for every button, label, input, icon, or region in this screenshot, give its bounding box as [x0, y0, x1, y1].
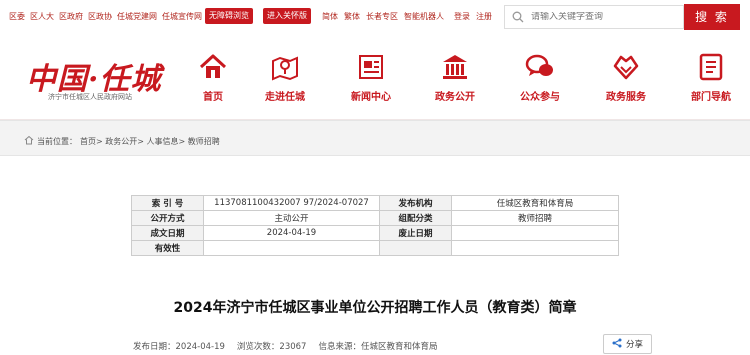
search-box	[504, 5, 684, 29]
simplified-link[interactable]: 简体	[322, 11, 338, 22]
table-key: 组配分类	[379, 210, 452, 226]
home-icon	[173, 50, 253, 84]
search-icon	[505, 11, 531, 23]
government-building-icon	[415, 50, 495, 84]
table-value	[451, 225, 619, 241]
table-value	[203, 240, 380, 256]
nav-item-departments[interactable]: 部门导航	[671, 50, 750, 103]
login-link[interactable]: 登录	[454, 11, 470, 22]
table-row: 索 引 号 1137081100432007 97/2024-07027 发布机…	[131, 195, 619, 211]
heart-hands-icon	[586, 50, 666, 84]
table-row: 公开方式 主动公开 组配分类 教师招聘	[131, 210, 619, 226]
nav-label-about: 走进任城	[265, 92, 305, 103]
chat-bubbles-icon	[500, 50, 580, 84]
breadcrumb-band: 当前位置： 首页> 政务公开> 人事信息> 教师招聘	[0, 120, 750, 156]
share-button[interactable]: 分享	[603, 334, 652, 354]
location-icon	[24, 135, 34, 147]
newspaper-icon	[331, 50, 411, 84]
site-header: 中国·任城 济宁市任城区人民政府网站 首页 走进任城 新闻中心 政务公开 公众参…	[0, 34, 750, 120]
table-key	[379, 240, 452, 256]
info-table: 索 引 号 1137081100432007 97/2024-07027 发布机…	[131, 195, 619, 256]
nav-item-home[interactable]: 首页	[173, 50, 253, 103]
elder-zone-link[interactable]: 长者专区	[366, 11, 398, 22]
map-pin-icon	[245, 50, 325, 84]
table-key: 有效性	[131, 240, 204, 256]
elder-mode-button[interactable]: 进入关怀版	[263, 8, 311, 24]
breadcrumb: 当前位置： 首页> 政务公开> 人事信息> 教师招聘	[24, 135, 220, 147]
nav-label-home: 首页	[203, 92, 223, 103]
table-row: 成文日期 2024-04-19 废止日期	[131, 225, 619, 241]
nav-label-participation: 公众参与	[520, 92, 560, 103]
table-key: 索 引 号	[131, 195, 204, 211]
top-bar: 区委 区人大 区政府 区政协 任城党建网 任城宣传网 无障碍浏览 进入关怀版 简…	[0, 0, 750, 34]
nav-item-services[interactable]: 政务服务	[586, 50, 666, 103]
view-count: 浏览次数：23067	[236, 342, 307, 352]
breadcrumb-path[interactable]: 首页> 政务公开> 人事信息> 教师招聘	[80, 136, 220, 147]
info-source: 信息来源：任城区教育和体育局	[318, 342, 438, 352]
share-icon	[612, 338, 622, 351]
tool-links: 简体 繁体 长者专区 智能机器人 登录 注册	[322, 11, 492, 22]
article-meta: 发布日期：2024-04-19 浏览次数：23067 信息来源：任城区教育和体育…	[133, 340, 437, 352]
nav-label-gov-open: 政务公开	[435, 92, 475, 103]
top-link-party[interactable]: 任城党建网	[117, 11, 157, 22]
top-link-qzx[interactable]: 区政协	[88, 11, 112, 22]
top-link-publicity[interactable]: 任城宣传网	[162, 11, 202, 22]
publish-date: 发布日期：2024-04-19	[133, 342, 225, 352]
breadcrumb-prefix: 当前位置：	[37, 136, 77, 146]
search-button[interactable]: 搜 索	[684, 4, 740, 30]
table-value	[451, 240, 619, 256]
top-link-qw[interactable]: 区委	[9, 11, 25, 22]
table-value: 任城区教育和体育局	[451, 195, 619, 211]
nav-item-gov-open[interactable]: 政务公开	[415, 50, 495, 103]
nav-item-about[interactable]: 走进任城	[245, 50, 325, 103]
top-link-qrd[interactable]: 区人大	[30, 11, 54, 22]
robot-link[interactable]: 智能机器人	[404, 11, 444, 22]
share-label: 分享	[625, 340, 643, 350]
table-value: 1137081100432007 97/2024-07027	[203, 195, 380, 211]
table-row: 有效性	[131, 240, 619, 256]
register-link[interactable]: 注册	[476, 11, 492, 22]
article-title: 2024年济宁市任城区事业单位公开招聘工作人员（教育类）简章	[173, 300, 577, 316]
top-link-qzf[interactable]: 区政府	[59, 11, 83, 22]
nav-item-news[interactable]: 新闻中心	[331, 50, 411, 103]
table-key: 废止日期	[379, 225, 452, 241]
table-value: 主动公开	[203, 210, 380, 226]
nav-label-departments: 部门导航	[691, 92, 731, 103]
table-value: 2024-04-19	[203, 225, 380, 241]
traditional-link[interactable]: 繁体	[344, 11, 360, 22]
table-key: 发布机构	[379, 195, 452, 211]
nav-label-news: 新闻中心	[351, 92, 391, 103]
top-links: 区委 区人大 区政府 区政协 任城党建网 任城宣传网	[9, 11, 202, 22]
table-key: 公开方式	[131, 210, 204, 226]
table-value: 教师招聘	[451, 210, 619, 226]
nav-item-participation[interactable]: 公众参与	[500, 50, 580, 103]
accessibility-button[interactable]: 无障碍浏览	[205, 8, 253, 24]
site-subtitle: 济宁市任城区人民政府网站	[48, 93, 132, 101]
nav-label-services: 政务服务	[606, 92, 646, 103]
search-input[interactable]	[531, 12, 681, 22]
table-key: 成文日期	[131, 225, 204, 241]
document-list-icon	[671, 50, 750, 84]
